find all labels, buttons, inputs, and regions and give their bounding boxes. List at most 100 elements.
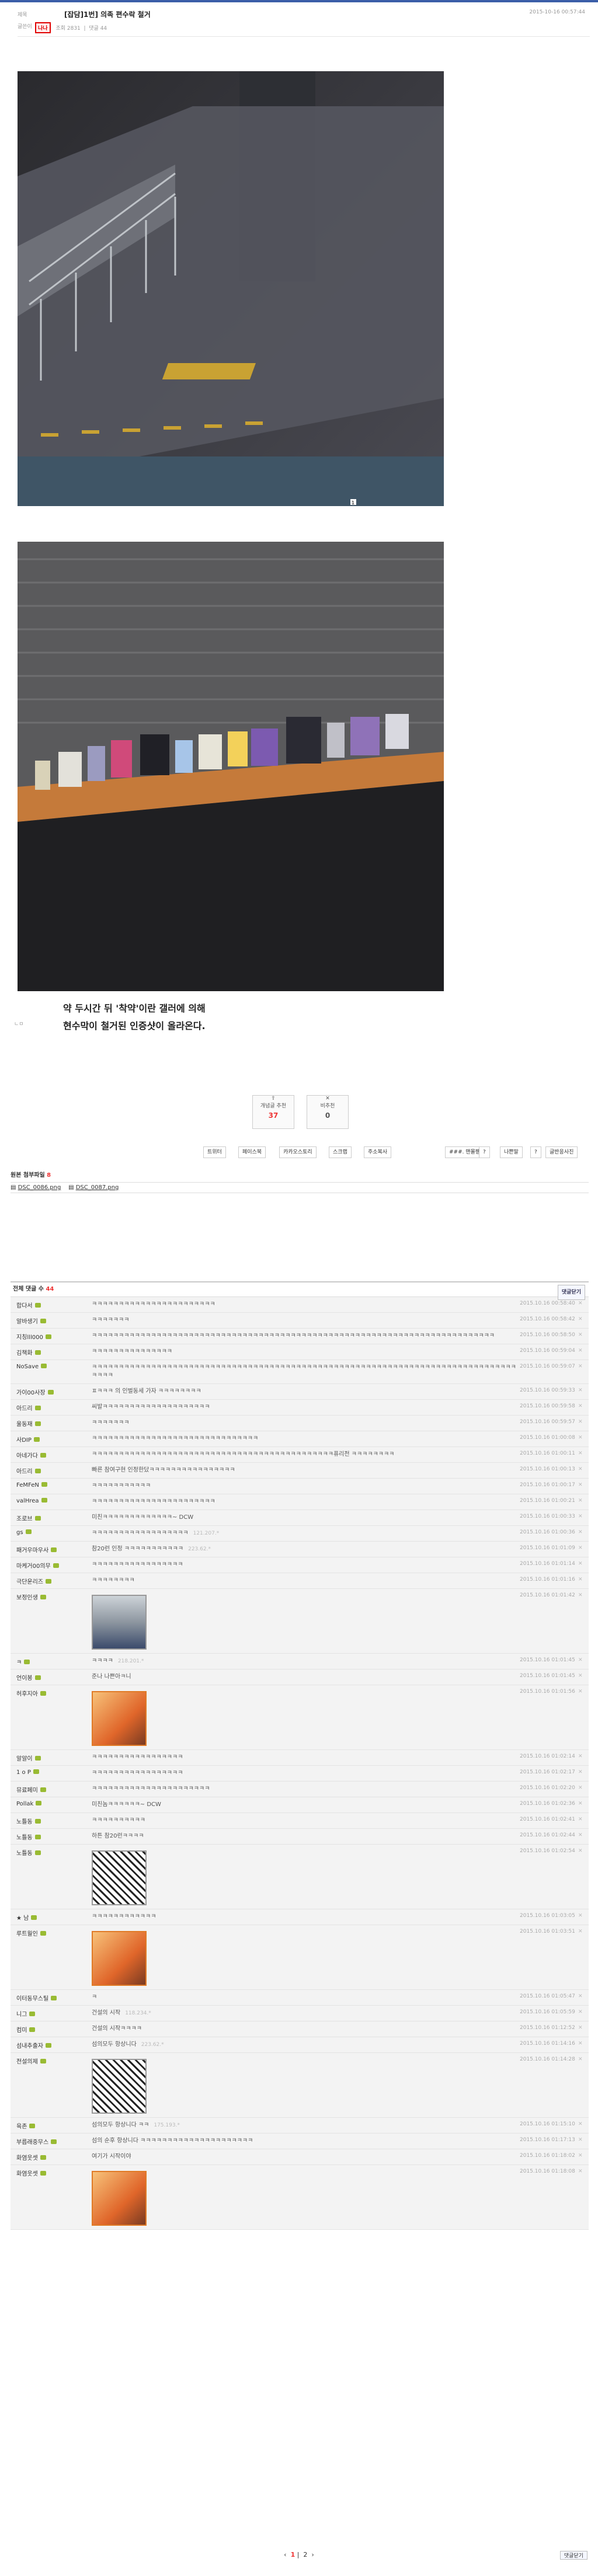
share-facebook-button[interactable]: 페이스북 xyxy=(238,1146,266,1158)
delete-comment-icon[interactable]: ✕ xyxy=(578,2021,589,2037)
comment-author-name[interactable]: 뮤료페미 xyxy=(16,1787,38,1794)
comment-author[interactable]: 1 o P xyxy=(11,1766,89,1781)
comment-author[interactable]: 합다서 xyxy=(11,1297,89,1312)
share-twitter-button[interactable]: 트위터 xyxy=(203,1146,226,1158)
comment-author[interactable]: ★ 남 xyxy=(11,1909,89,1925)
comment-author-name[interactable]: 컴미 xyxy=(16,2027,27,2034)
comment-image-photo[interactable] xyxy=(92,1595,147,1650)
delete-comment-icon[interactable]: ✕ xyxy=(578,2165,589,2229)
comment-author[interactable]: 언이봉 xyxy=(11,1669,89,1685)
comment-author[interactable]: Pollak xyxy=(11,1797,89,1812)
comment-author-name[interactable]: 마케거00의무 xyxy=(16,1563,51,1570)
comment-author[interactable]: 뮤료페미 xyxy=(11,1782,89,1797)
comment-author[interactable]: 패거우마우사 xyxy=(11,1542,89,1557)
delete-comment-icon[interactable]: ✕ xyxy=(578,1845,589,1909)
comment-author[interactable]: 부릅래중무스 xyxy=(11,2134,89,2149)
delete-comment-icon[interactable]: ✕ xyxy=(578,1400,589,1415)
comment-author[interactable]: 조로브 xyxy=(11,1510,89,1525)
copy-url-button[interactable]: 주소복사 xyxy=(364,1146,392,1158)
comment-author-name[interactable]: gs xyxy=(16,1529,23,1536)
comment-author-name[interactable]: ㅋ xyxy=(16,1660,22,1666)
delete-comment-icon[interactable]: ✕ xyxy=(578,2149,589,2164)
comment-author-name[interactable]: 조로브 xyxy=(16,1516,33,1522)
comment-author-name[interactable]: 보정인생 xyxy=(16,1595,38,1601)
delete-comment-icon[interactable]: ✕ xyxy=(578,1782,589,1797)
comment-author[interactable]: 이터동무스틸 xyxy=(11,1990,89,2005)
comment-author-name[interactable]: 섬내추출자 xyxy=(16,2043,43,2049)
comment-image-manga[interactable] xyxy=(92,1850,147,1905)
comment-image-manga[interactable] xyxy=(92,2059,147,2114)
comment-author-name[interactable]: 1 o P xyxy=(16,1769,31,1776)
comment-author-name[interactable]: 노틀동 xyxy=(16,1819,33,1825)
comment-author[interactable]: 마케거00의무 xyxy=(11,1557,89,1573)
delete-comment-icon[interactable]: ✕ xyxy=(578,1685,589,1749)
delete-comment-icon[interactable]: ✕ xyxy=(578,1431,589,1446)
comment-author[interactable]: 알바생기 xyxy=(11,1313,89,1328)
right-button-2[interactable]: ? xyxy=(479,1146,490,1158)
comment-author-name[interactable]: 지칭lll000 xyxy=(16,1334,43,1341)
delete-comment-icon[interactable]: ✕ xyxy=(578,1797,589,1812)
comment-author[interactable]: FeMFeN xyxy=(11,1479,89,1494)
comment-author[interactable]: 아드리 xyxy=(11,1400,89,1415)
comment-author-name[interactable]: valHrea xyxy=(16,1498,39,1504)
comment-author[interactable]: valHrea xyxy=(11,1494,89,1510)
comment-author[interactable]: 울동재 xyxy=(11,1416,89,1431)
comment-author-name[interactable]: 전설의제 xyxy=(16,2059,38,2065)
comment-author[interactable]: NoSave xyxy=(11,1360,89,1383)
delete-comment-icon[interactable]: ✕ xyxy=(578,1766,589,1781)
attachment-file-2[interactable]: DSC_0087.png xyxy=(76,1184,119,1191)
close-comments-button[interactable]: 댓글닫기 xyxy=(559,2551,587,2560)
comment-author[interactable]: 극단운리즈 xyxy=(11,1573,89,1588)
delete-comment-icon[interactable]: ✕ xyxy=(578,1669,589,1685)
pager-prev[interactable]: ‹ xyxy=(284,2551,286,2558)
comment-author-name[interactable]: 극단운리즈 xyxy=(16,1579,43,1585)
comment-author-name[interactable]: 합다서 xyxy=(16,1303,33,1309)
comment-author-name[interactable]: 니그 xyxy=(16,2012,27,2018)
comment-author-name[interactable]: 김책화 xyxy=(16,1350,33,1357)
comment-author-name[interactable]: 알알이 xyxy=(16,1756,33,1762)
comment-image-anime[interactable] xyxy=(92,1691,147,1746)
comment-author-name[interactable]: 아드리 xyxy=(16,1406,33,1412)
comments-toggle-button[interactable]: 댓글닫기 xyxy=(557,1285,585,1300)
comment-author[interactable]: 노틀동 xyxy=(11,1829,89,1844)
comment-author[interactable]: 노틀동 xyxy=(11,1845,89,1909)
comment-author-name[interactable]: 화염웃셋 xyxy=(16,2155,38,2162)
nonrecommend-button[interactable]: ✕ 비추천 0 xyxy=(307,1095,349,1129)
comment-author-name[interactable]: FeMFeN xyxy=(16,1482,39,1489)
comment-author-name[interactable]: 노틀동 xyxy=(16,1850,33,1857)
comment-author-name[interactable]: 화염웃셋 xyxy=(16,2171,38,2177)
delete-comment-icon[interactable]: ✕ xyxy=(578,2006,589,2021)
delete-comment-icon[interactable]: ✕ xyxy=(578,1654,589,1669)
comment-author[interactable]: 아네가다 xyxy=(11,1447,89,1462)
delete-comment-icon[interactable]: ✕ xyxy=(578,1384,589,1399)
delete-comment-icon[interactable]: ✕ xyxy=(578,1990,589,2005)
comment-author[interactable]: gs xyxy=(11,1526,89,1541)
comment-author[interactable]: 화염웃셋 xyxy=(11,2165,89,2229)
comment-author-name[interactable]: 허후지아 xyxy=(16,1691,38,1697)
share-kakaostory-button[interactable]: 카카오스토리 xyxy=(279,1146,317,1158)
comment-author-name[interactable]: 루트월인 xyxy=(16,1931,38,1937)
comment-author-name[interactable]: 알바생기 xyxy=(16,1319,38,1325)
delete-comment-icon[interactable]: ✕ xyxy=(578,2037,589,2052)
comment-author-name[interactable]: 패거우마우사 xyxy=(16,1547,48,1554)
recommend-button[interactable]: ⇧ 개념글 추천 37 xyxy=(252,1095,294,1129)
comment-author-name[interactable]: 언이봉 xyxy=(16,1675,33,1682)
comment-author-name[interactable]: 울동재 xyxy=(16,1421,33,1428)
comment-author-name[interactable]: ★ 남 xyxy=(16,1915,29,1922)
right-button-4[interactable]: ? xyxy=(530,1146,541,1158)
delete-comment-icon[interactable]: ✕ xyxy=(578,1313,589,1328)
comment-author[interactable]: 가이00사장 xyxy=(11,1384,89,1399)
comment-author[interactable]: 김책화 xyxy=(11,1344,89,1360)
comment-author-name[interactable]: 아드리 xyxy=(16,1469,33,1475)
pager-page-2[interactable]: 2 xyxy=(303,2551,307,2558)
pager-next[interactable]: › xyxy=(311,2551,314,2558)
comment-author[interactable]: 화염웃셋 xyxy=(11,2149,89,2164)
delete-comment-icon[interactable]: ✕ xyxy=(578,2134,589,2149)
delete-comment-icon[interactable]: ✕ xyxy=(578,1557,589,1573)
delete-comment-icon[interactable]: ✕ xyxy=(578,1573,589,1588)
comment-author[interactable]: 육존 xyxy=(11,2118,89,2133)
comment-author-name[interactable]: 부릅래중무스 xyxy=(16,2139,48,2146)
comment-author[interactable]: 노틀동 xyxy=(11,1813,89,1828)
comment-author-name[interactable]: NoSave xyxy=(16,1364,39,1370)
comment-image-anime[interactable] xyxy=(92,2171,147,2226)
